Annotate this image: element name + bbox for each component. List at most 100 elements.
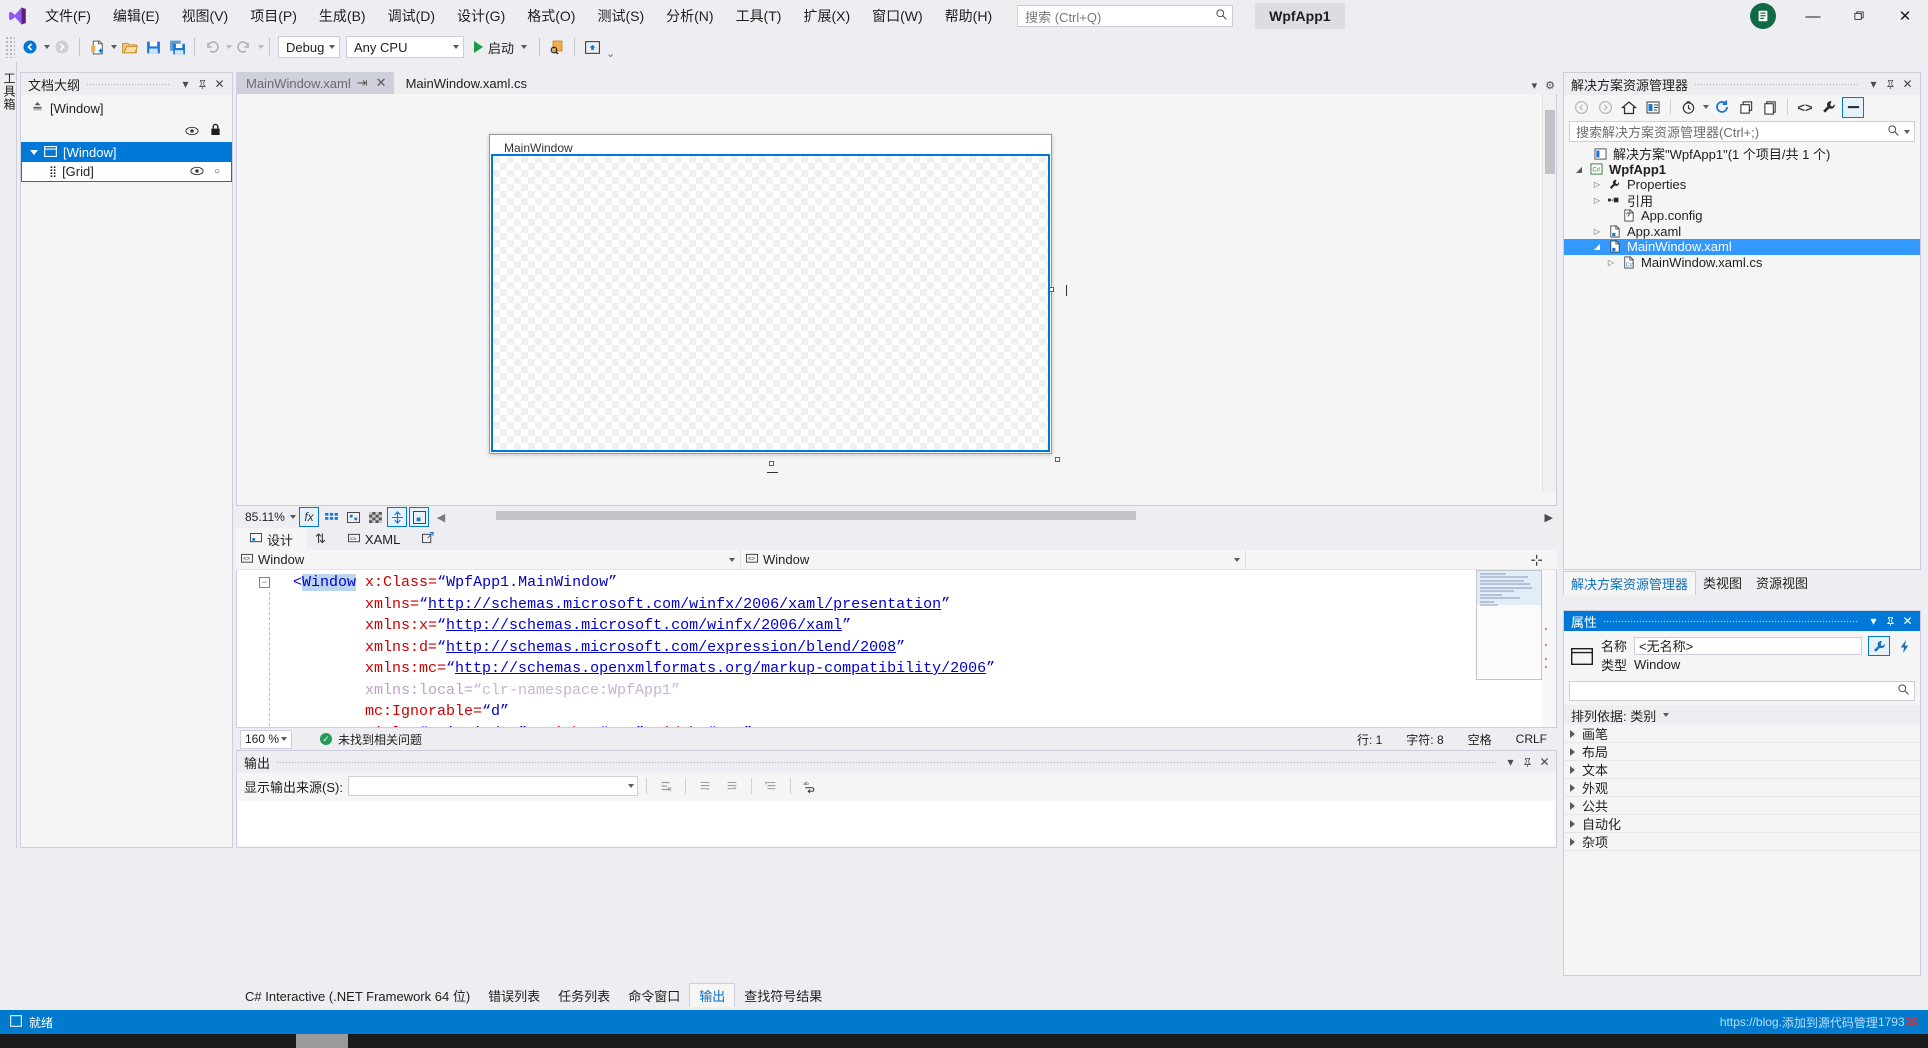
code-line[interactable]: xmlns:x=“http://schemas.microsoft.com/wi… [293, 615, 995, 637]
code-fold-toggle[interactable]: − [259, 577, 270, 588]
property-category-brushes[interactable]: 画笔 [1564, 725, 1920, 743]
tree-item-app-config[interactable]: App.config [1564, 208, 1920, 224]
designer-horizontal-scrollbar[interactable] [496, 511, 1136, 520]
code-line[interactable]: xmlns:mc=“http://schemas.openxmlformats.… [293, 658, 995, 680]
preview-icon[interactable] [580, 35, 604, 59]
effects-button[interactable]: fx [299, 507, 319, 527]
breadcrumb-element-select[interactable]: <> Window [236, 550, 741, 570]
designer-vscroll-thumb[interactable] [1545, 110, 1555, 174]
problems-indicator[interactable]: ✓ 未找到相关问题 [320, 731, 422, 748]
output-text-area[interactable] [238, 801, 1555, 846]
tab-close-icon[interactable]: ✕ [374, 75, 389, 91]
toolbox-vertical-tab[interactable]: 工具箱 [0, 62, 17, 848]
chevron-collapsed-icon[interactable]: ▷ [1592, 227, 1602, 236]
chevron-expanded-icon[interactable]: ◢ [1592, 242, 1602, 251]
designer-vertical-scrollbar[interactable] [1542, 94, 1556, 492]
clear-pane-icon[interactable] [760, 775, 782, 797]
gear-icon[interactable]: ⚙ [1545, 79, 1555, 92]
tab-mainwindow-xaml[interactable]: MainWindow.xaml ⇥ ✕ [236, 72, 394, 94]
menu-item-design[interactable]: 设计(G) [446, 1, 516, 31]
tab-mainwindow-xaml-cs[interactable]: MainWindow.xaml.cs [394, 72, 539, 94]
transparency-button[interactable] [365, 507, 385, 527]
header-drag-dots[interactable] [1694, 73, 1859, 95]
menu-item-test[interactable]: 测试(S) [586, 1, 655, 31]
code-line[interactable]: xmlns:d=“http://schemas.microsoft.com/ex… [293, 637, 995, 659]
new-project-icon[interactable] [85, 35, 109, 59]
line-indicator[interactable]: 行: 1 [1357, 731, 1382, 748]
menu-item-format[interactable]: 格式(O) [516, 1, 586, 31]
code-line[interactable]: <Window x:Class=“WpfApp1.MainWindow” [293, 572, 995, 594]
xaml-code-editor[interactable]: − <Window x:Class=“WpfApp1.MainWindow” x… [236, 570, 1557, 728]
go-to-previous-message-icon[interactable] [694, 775, 716, 797]
chevron-expanded-icon[interactable]: ◢ [1574, 165, 1584, 174]
tab-output[interactable]: 输出 [689, 983, 735, 1007]
property-category-text[interactable]: 文本 [1564, 761, 1920, 779]
menu-item-file[interactable]: 文件(F) [34, 1, 102, 31]
chevron-down-icon[interactable]: ▾ [1865, 612, 1882, 630]
grid-button[interactable] [321, 507, 341, 527]
outline-node-grid[interactable]: ⣿ [Grid] ○ [21, 162, 232, 182]
build-configuration-select[interactable]: Debug [278, 36, 340, 58]
menu-item-help[interactable]: 帮助(H) [934, 1, 1003, 31]
chevron-collapsed-icon[interactable] [1570, 730, 1575, 738]
eye-icon[interactable] [190, 164, 204, 179]
pending-changes-icon[interactable] [1677, 97, 1699, 118]
indentation-indicator[interactable]: 空格 [1468, 731, 1492, 748]
tab-resource-view[interactable]: 资源视图 [1749, 571, 1815, 594]
solution-name-chip[interactable]: WpfApp1 [1255, 3, 1344, 29]
chevron-down-icon[interactable]: ▾ [1502, 753, 1519, 771]
tree-item-references[interactable]: ▷ 引用 [1564, 193, 1920, 209]
output-source-select[interactable] [348, 776, 638, 796]
attach-process-icon[interactable] [545, 35, 569, 59]
solution-explorer-search[interactable]: 搜索解决方案资源管理器(Ctrl+;) [1569, 121, 1915, 142]
tab-pin-icon[interactable]: ⇥ [355, 75, 370, 91]
minimap-viewport[interactable] [1477, 571, 1541, 605]
events-tab-icon[interactable] [1893, 636, 1915, 656]
tab-solution-explorer[interactable]: 解决方案资源管理器 [1563, 571, 1696, 595]
close-icon[interactable]: ✕ [1899, 75, 1916, 93]
open-file-icon[interactable] [117, 35, 141, 59]
chevron-down-icon[interactable] [521, 45, 527, 49]
platform-select[interactable]: Any CPU [346, 36, 464, 58]
chevron-down-icon[interactable]: ▾ [1532, 79, 1538, 92]
pin-icon[interactable] [1519, 753, 1536, 771]
refresh-icon[interactable] [1711, 97, 1733, 118]
line-ending-indicator[interactable]: CRLF [1516, 732, 1547, 746]
solution-icon[interactable] [1642, 97, 1664, 118]
menu-item-debug[interactable]: 调试(D) [377, 1, 446, 31]
chevron-collapsed-icon[interactable] [1570, 784, 1575, 792]
preview-selected-file-icon[interactable] [1842, 97, 1864, 118]
minimize-button[interactable]: — [1790, 0, 1836, 32]
snap-to-gridlines-button[interactable] [387, 507, 407, 527]
property-category-misc[interactable]: 杂项 [1564, 833, 1920, 851]
close-icon[interactable]: ✕ [211, 75, 228, 93]
design-window-preview[interactable]: MainWindow [489, 134, 1052, 454]
property-category-layout[interactable]: 布局 [1564, 743, 1920, 761]
designer-zoom-select[interactable]: 85.11% [241, 508, 297, 527]
tree-item-mainwindow-xaml[interactable]: ◢ MainWindow.xaml [1564, 239, 1920, 255]
menu-item-analyze[interactable]: 分析(N) [655, 1, 724, 31]
header-drag-dots[interactable] [1603, 610, 1859, 632]
search-options-icon[interactable] [1904, 130, 1910, 134]
toolbar-overflow-icon[interactable]: ⌄ [606, 47, 615, 62]
properties-icon[interactable] [1818, 97, 1840, 118]
artboard-button[interactable] [409, 507, 429, 527]
header-drag-dots[interactable] [86, 73, 171, 95]
document-outline-root[interactable]: [Window] [21, 95, 232, 121]
resize-handle-corner[interactable] [1055, 457, 1060, 462]
code-text[interactable]: <Window x:Class=“WpfApp1.MainWindow” xml… [293, 572, 995, 728]
scroll-right-icon[interactable]: ▶ [1545, 511, 1553, 524]
chevron-expanded-icon[interactable] [30, 150, 38, 155]
design-window-client-area[interactable] [491, 154, 1050, 452]
close-button[interactable]: ✕ [1882, 0, 1928, 32]
properties-search-input[interactable] [1569, 681, 1915, 701]
tab-command-window[interactable]: 命令窗口 [619, 984, 689, 1007]
clear-all-icon[interactable] [655, 775, 677, 797]
close-icon[interactable]: ✕ [1899, 612, 1916, 630]
menu-item-tools[interactable]: 工具(T) [725, 1, 793, 31]
code-line[interactable]: mc:Ignorable=“d” [293, 701, 995, 723]
swap-panes-icon[interactable]: ⇅ [307, 531, 334, 547]
start-debug-button[interactable]: 启动 [467, 35, 534, 59]
chevron-collapsed-icon[interactable] [1570, 766, 1575, 774]
resize-handle-bottom[interactable] [769, 461, 774, 466]
